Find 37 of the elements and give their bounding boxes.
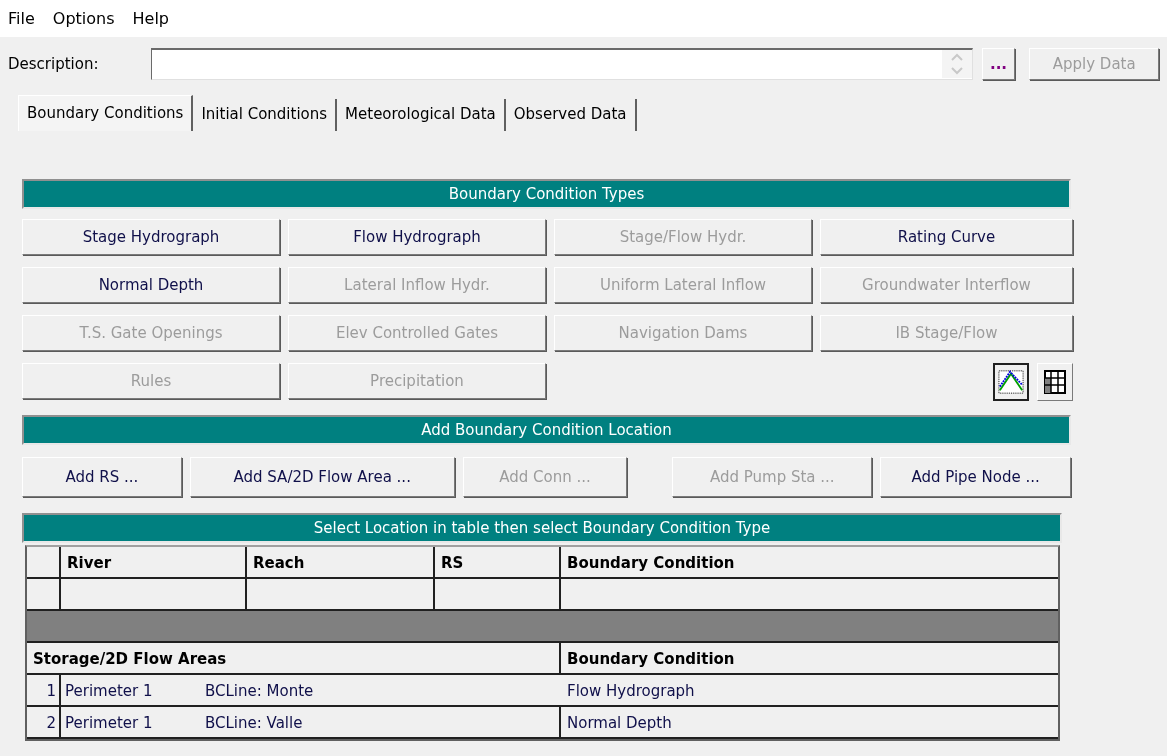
browse-button[interactable]: ... xyxy=(981,48,1016,80)
row-number: 1 xyxy=(27,675,61,707)
boundary-type-button[interactable]: Rating Curve xyxy=(820,219,1073,255)
tab[interactable]: Meteorological Data xyxy=(337,99,506,131)
table-title: Select Location in table then select Boundary Condition Type xyxy=(22,513,1062,543)
add-location-button[interactable]: Add RS ... xyxy=(22,457,182,497)
column-header: Storage/2D Flow Areas xyxy=(27,643,561,675)
add-location-button[interactable]: Add Pipe Node ... xyxy=(880,457,1071,497)
description-field[interactable] xyxy=(151,48,973,80)
tab[interactable]: Boundary Conditions xyxy=(18,95,194,131)
boundary-type-button[interactable]: Stage Hydrograph xyxy=(22,219,280,255)
boundary-type-button[interactable]: Normal Depth xyxy=(22,267,280,303)
table-cell-text: Perimeter 1 xyxy=(65,681,154,702)
table-cell-text: Perimeter 1 xyxy=(65,713,154,734)
column-header: RS xyxy=(435,547,561,579)
plot-view-icon[interactable] xyxy=(993,363,1029,401)
table-cell: Normal Depth xyxy=(561,707,1058,739)
table-corner xyxy=(27,547,61,579)
table-cell-text: BCLine: Monte xyxy=(205,681,315,702)
section-header: Add Boundary Condition Location xyxy=(22,415,1071,445)
row-number: 2 xyxy=(27,707,61,739)
tab[interactable]: Initial Conditions xyxy=(193,99,338,131)
table-cell-text: BCLine: Valle xyxy=(205,713,304,734)
tab[interactable]: Observed Data xyxy=(505,99,637,131)
menu-item[interactable]: Options xyxy=(48,9,129,28)
column-header: Reach xyxy=(247,547,435,579)
menu-item[interactable]: Help xyxy=(128,9,183,28)
description-label: Description: xyxy=(8,55,100,73)
column-header: River xyxy=(61,547,247,579)
menu-item[interactable]: File xyxy=(4,9,49,28)
add-location-button[interactable]: Add SA/2D Flow Area ... xyxy=(189,457,455,497)
column-header: Boundary Condition xyxy=(561,643,1058,675)
table-view-icon[interactable] xyxy=(1037,363,1073,401)
boundary-type-button[interactable]: Flow Hydrograph xyxy=(288,219,546,255)
section-header: Boundary Condition Types xyxy=(22,179,1071,209)
column-header: Boundary Condition xyxy=(561,547,1058,579)
table-cell: Flow Hydrograph xyxy=(561,675,1058,707)
